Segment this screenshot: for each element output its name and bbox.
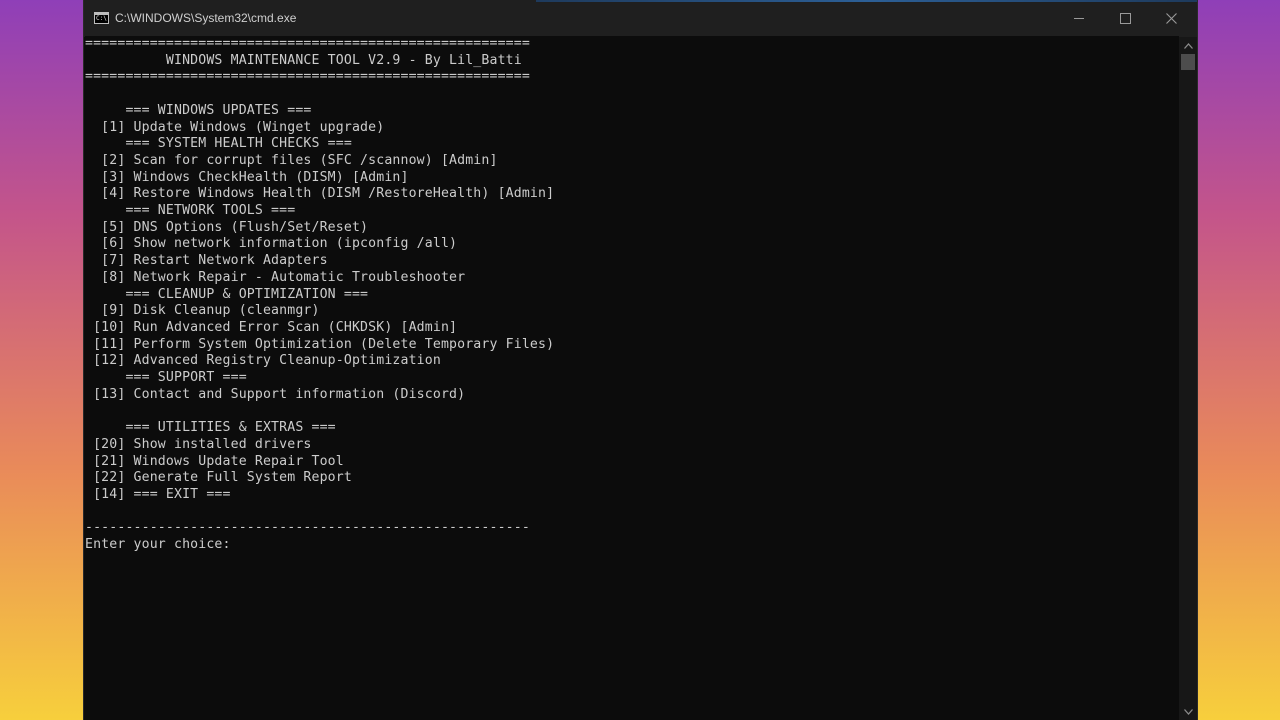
cmd-window: C:\WINDOWS\System32\cmd.exe ============…: [84, 0, 1197, 720]
console-line: [14] === EXIT ===: [85, 486, 231, 502]
console-line: [20] Show installed drivers: [85, 436, 312, 452]
window-title: C:\WINDOWS\System32\cmd.exe: [115, 11, 297, 25]
console-line: [7] Restart Network Adapters: [85, 253, 328, 269]
console-line: === CLEANUP & OPTIMIZATION ===: [85, 286, 369, 302]
scroll-down-button[interactable]: [1179, 703, 1197, 720]
console-line: [4] Restore Windows Health (DISM /Restor…: [85, 186, 555, 202]
scroll-up-button[interactable]: [1179, 37, 1197, 54]
console-output[interactable]: ========================================…: [85, 36, 1179, 720]
console-line: [1] Update Windows (Winget upgrade): [85, 119, 385, 135]
maximize-icon: [1119, 13, 1131, 24]
console-line: === NETWORK TOOLS ===: [85, 203, 296, 218]
title-bar[interactable]: C:\WINDOWS\System32\cmd.exe: [84, 0, 1197, 37]
console-line: === UTILITIES & EXTRAS ===: [85, 420, 336, 436]
console-line: === WINDOWS UPDATES ===: [85, 102, 312, 118]
console-line: [22] Generate Full System Report: [85, 470, 352, 486]
input-prompt[interactable]: Enter your choice:: [85, 537, 239, 554]
console-line: [2] Scan for corrupt files (SFC /scannow…: [85, 152, 498, 168]
console-line: ----------------------------------------…: [85, 520, 530, 536]
chevron-up-icon: [1183, 42, 1193, 49]
minimize-icon: [1074, 18, 1084, 19]
console-line: [8] Network Repair - Automatic Troublesh…: [85, 269, 466, 285]
maximize-button[interactable]: [1102, 0, 1148, 37]
console-line: === SUPPORT ===: [85, 370, 247, 385]
console-line: [9] Disk Cleanup (cleanmgr): [85, 303, 320, 319]
console-line: [12] Advanced Registry Cleanup-Optimizat…: [85, 353, 441, 369]
cmd-icon[interactable]: [94, 12, 109, 24]
console-line: [10] Run Advanced Error Scan (CHKDSK) [A…: [85, 319, 458, 335]
console-line: ========================================…: [85, 69, 530, 85]
minimize-button[interactable]: [1056, 0, 1102, 37]
console-line: [13] Contact and Support information (Di…: [85, 386, 466, 402]
console-line: [11] Perform System Optimization (Delete…: [85, 336, 555, 352]
console-line: WINDOWS MAINTENANCE TOOL V2.9 - By Lil_B…: [85, 52, 522, 68]
console-line: === SYSTEM HEALTH CHECKS ===: [85, 136, 352, 152]
scrollbar-thumb[interactable]: [1181, 54, 1195, 70]
console-line: [21] Windows Update Repair Tool: [85, 453, 344, 469]
console-line: [5] DNS Options (Flush/Set/Reset): [85, 219, 369, 235]
close-icon: [1165, 13, 1177, 24]
vertical-scrollbar[interactable]: [1179, 37, 1197, 720]
close-button[interactable]: [1148, 0, 1194, 37]
console-line: [6] Show network information (ipconfig /…: [85, 236, 458, 252]
console-line: [3] Windows CheckHealth (DISM) [Admin]: [85, 169, 409, 185]
chevron-down-icon: [1183, 708, 1193, 715]
console-line: ========================================…: [85, 36, 530, 51]
